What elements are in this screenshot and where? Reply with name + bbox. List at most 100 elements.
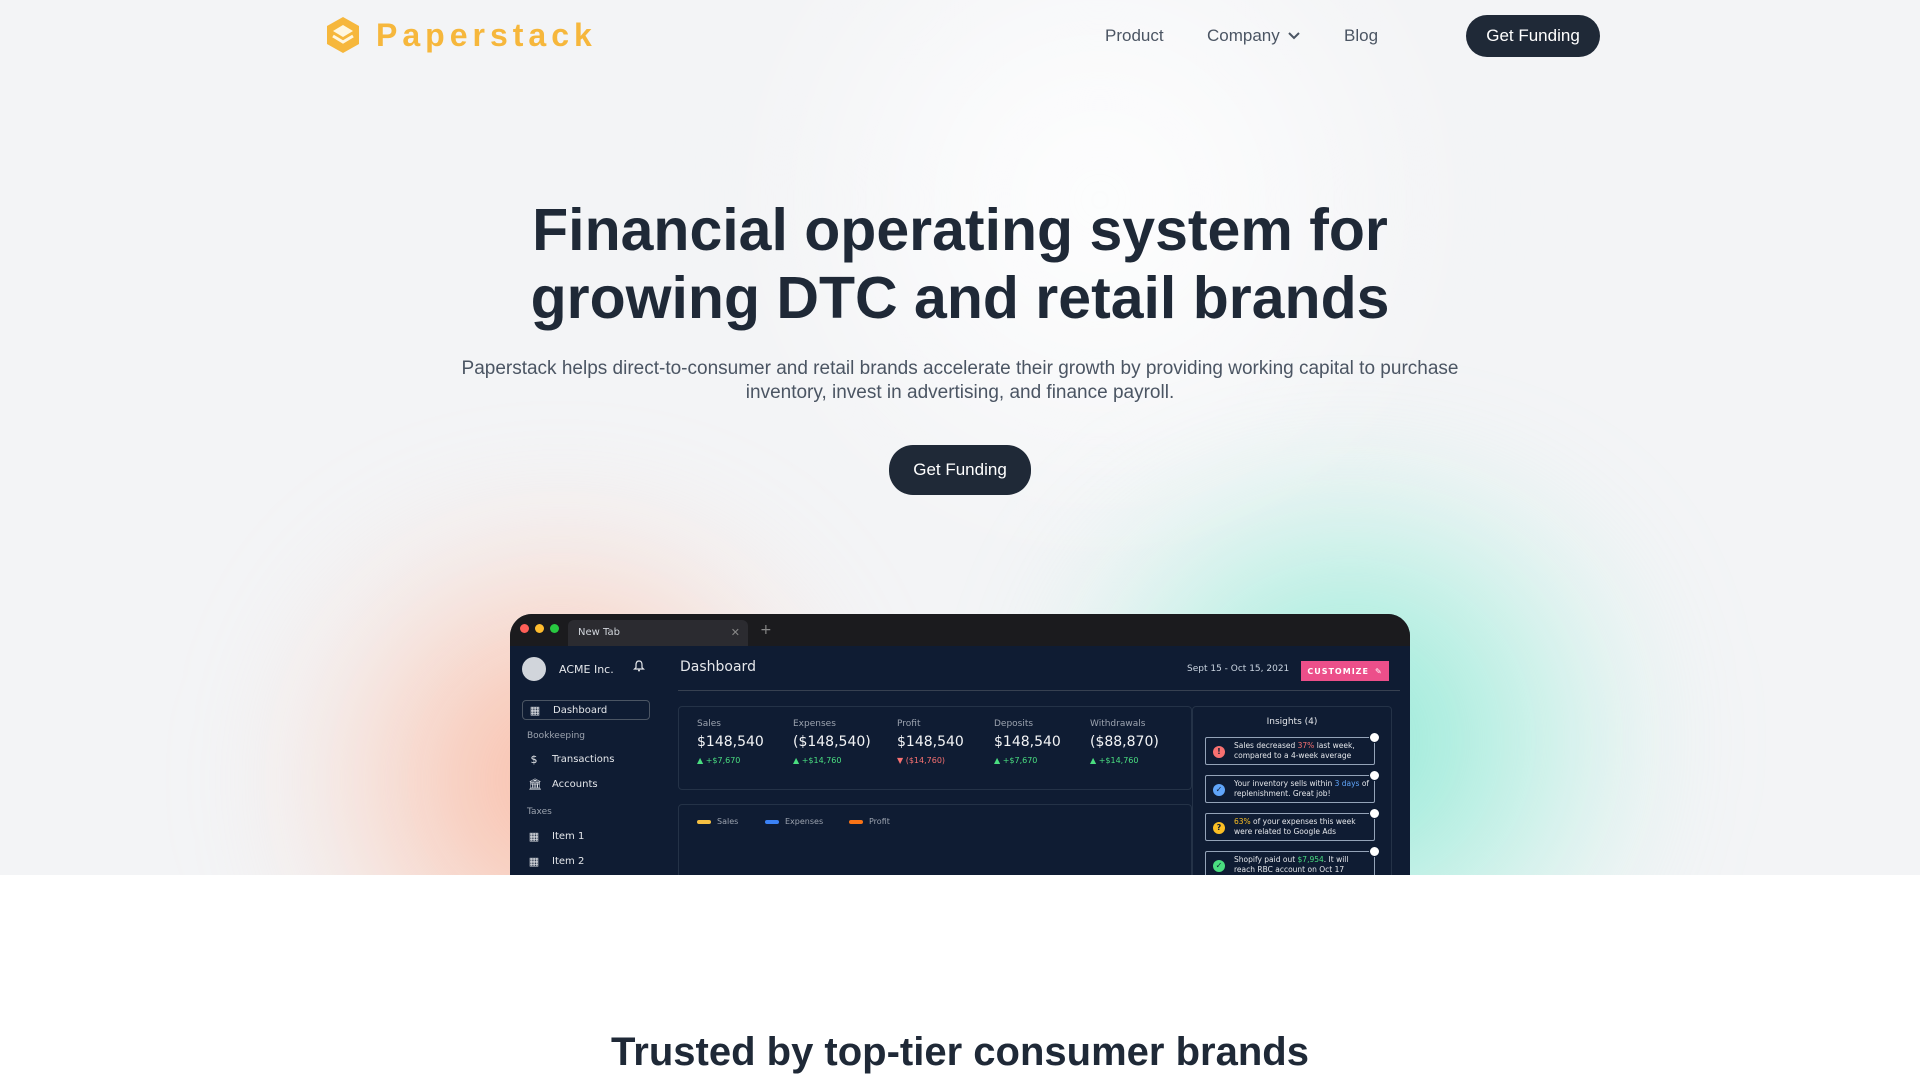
new-tab-plus-icon: + (760, 622, 772, 638)
insight-item: ! Sales decreased 37% last week, compared… (1205, 732, 1380, 765)
sidebar-item-dashboard: ▦ Dashboard (522, 700, 650, 720)
sales-chart-card: Sales Expenses Profit (678, 804, 1192, 875)
stat-value: ($88,870) (1090, 734, 1159, 750)
insight-status-icon: ! (1213, 746, 1225, 758)
insight-item: ✓ Your inventory sells within 3 days of r… (1205, 770, 1380, 803)
window-close-dot (520, 624, 529, 633)
up-arrow-icon: ▲ (697, 756, 704, 765)
stat-change-value: +$14,760 (1098, 756, 1139, 765)
stat-label: Withdrawals (1090, 719, 1146, 729)
sidebar-item-label: Item 2 (552, 855, 585, 867)
brand-logo[interactable]: Paperstack (322, 14, 597, 56)
date-range: Sept 15 - Oct 15, 2021 (1187, 664, 1290, 674)
stat-deposits: Deposits $148,540 ▲ +$7,670 (994, 719, 1061, 765)
stat-label: Expenses (793, 719, 836, 729)
stat-change-value: ($14,760) (905, 756, 946, 765)
insights-title: Insights (4) (1266, 717, 1318, 727)
window-minimize-dot (535, 624, 544, 633)
stat-label: Profit (897, 719, 921, 729)
insight-highlight: 37% (1297, 741, 1315, 750)
stat-change-value: +$7,670 (1002, 756, 1038, 765)
stat-value: ($148,540) (793, 734, 871, 750)
dashboard-mockup: New Tab ✕ + ACME Inc. ▦ Dashboard Bookke… (510, 614, 1410, 875)
sidebar-item-label: Transactions (552, 753, 615, 765)
sidebar-item-accounts: 🏛 Accounts (522, 774, 650, 794)
insight-text: Shopify paid out (1234, 855, 1298, 864)
insight-text: Sales decreased (1234, 741, 1298, 750)
up-arrow-icon: ▲ (793, 756, 800, 765)
insights-panel: Insights (4) ! Sales decreased 37% last w… (1192, 706, 1392, 875)
stat-label: Deposits (994, 719, 1034, 729)
dismiss-icon (1369, 808, 1380, 819)
insight-status-icon: ? (1213, 822, 1225, 834)
sidebar-section-taxes: Taxes (527, 807, 552, 817)
insight-text: of your expenses this week were related … (1234, 817, 1356, 836)
grid-icon: ▦ (528, 829, 540, 843)
chevron-down-icon (1288, 32, 1300, 40)
customize-button: CUSTOMIZE ✎ (1301, 661, 1389, 681)
insight-item: ✓ Shopify paid out $7,954. It will reach … (1205, 846, 1380, 875)
stat-change: ▲ +$14,760 (1090, 756, 1159, 765)
dismiss-icon (1369, 732, 1380, 743)
sales-bar-chart (679, 805, 1191, 875)
nav-blog-link[interactable]: Blog (1344, 26, 1378, 46)
sidebar-item-item-1: ▦ Item 1 (522, 826, 650, 846)
stat-change: ▲ +$7,670 (994, 756, 1061, 765)
stat-sales: Sales $148,540 ▲ +$7,670 (697, 719, 764, 765)
stat-profit: Profit $148,540 ▼ ($14,760) (897, 719, 964, 765)
nav-company-dropdown[interactable]: Company (1207, 26, 1300, 46)
bell-icon (633, 660, 645, 672)
stat-value: $148,540 (897, 734, 964, 750)
insight-status-icon: ✓ (1213, 784, 1225, 796)
dashboard-grid-icon: ▦ (529, 703, 541, 717)
insight-highlight: 63% (1234, 817, 1251, 826)
stat-label: Sales (697, 719, 721, 729)
browser-tab: New Tab ✕ (568, 620, 748, 646)
brand-name: Paperstack (376, 16, 597, 53)
nav-product-link[interactable]: Product (1105, 26, 1164, 46)
stat-expenses: Expenses ($148,540) ▲ +$14,760 (793, 719, 871, 765)
pencil-icon: ✎ (1374, 666, 1383, 676)
hero-section: Paperstack Product Company Blog Get Fund… (0, 0, 1920, 875)
down-arrow-icon: ▼ (897, 756, 904, 765)
stat-change-value: +$7,670 (705, 756, 741, 765)
trusted-heading: Trusted by top-tier consumer brands (611, 1030, 1309, 1074)
sidebar-item-label: Dashboard (553, 704, 608, 716)
browser-tab-bar: New Tab ✕ + (510, 614, 1410, 646)
dismiss-icon (1369, 770, 1380, 781)
hero-headline-line2: growing DTC and retail brands (530, 265, 1390, 331)
dollar-icon: $ (530, 752, 538, 766)
up-arrow-icon: ▲ (994, 756, 1001, 765)
nav-get-funding-button[interactable]: Get Funding (1466, 15, 1600, 57)
sidebar-item-label: Item 1 (552, 830, 585, 842)
stat-change: ▲ +$14,760 (793, 756, 871, 765)
browser-tab-title: New Tab (578, 627, 620, 638)
sidebar-item-item-2: ▦ Item 2 (522, 851, 650, 871)
paperstack-logo-icon (327, 17, 359, 53)
stat-change: ▼ ($14,760) (897, 756, 964, 765)
bank-icon: 🏛 (528, 777, 542, 791)
customize-label: CUSTOMIZE (1307, 666, 1369, 676)
insight-text: Your inventory sells within (1234, 779, 1335, 788)
sidebar-item-transactions: $ Transactions (522, 749, 650, 769)
hero-get-funding-button[interactable]: Get Funding (889, 445, 1031, 495)
hero-headline-line1: Financial operating system for (532, 197, 1388, 263)
up-arrow-icon: ▲ (1090, 756, 1097, 765)
window-maximize-dot (550, 624, 559, 633)
sidebar-section-bookkeeping: Bookkeeping (527, 731, 585, 741)
nav-company-label: Company (1207, 26, 1280, 45)
insight-highlight: 3 days (1334, 779, 1360, 788)
hero-subtitle: Paperstack helps direct-to-consumer and … (461, 358, 1459, 403)
company-name: ACME Inc. (559, 663, 614, 676)
tab-close-icon: ✕ (730, 626, 740, 639)
insight-highlight: $7,954 (1297, 855, 1324, 864)
stat-value: $148,540 (697, 734, 764, 750)
insight-status-icon: ✓ (1213, 860, 1225, 872)
grid-icon: ▦ (528, 854, 540, 868)
stat-change-value: +$14,760 (801, 756, 842, 765)
dashboard-title: Dashboard (680, 659, 756, 675)
hero-headline: Financial operating system for growing D… (360, 196, 1560, 332)
company-avatar (522, 657, 546, 681)
dashboard-divider (678, 690, 1400, 691)
stat-value: $148,540 (994, 734, 1061, 750)
